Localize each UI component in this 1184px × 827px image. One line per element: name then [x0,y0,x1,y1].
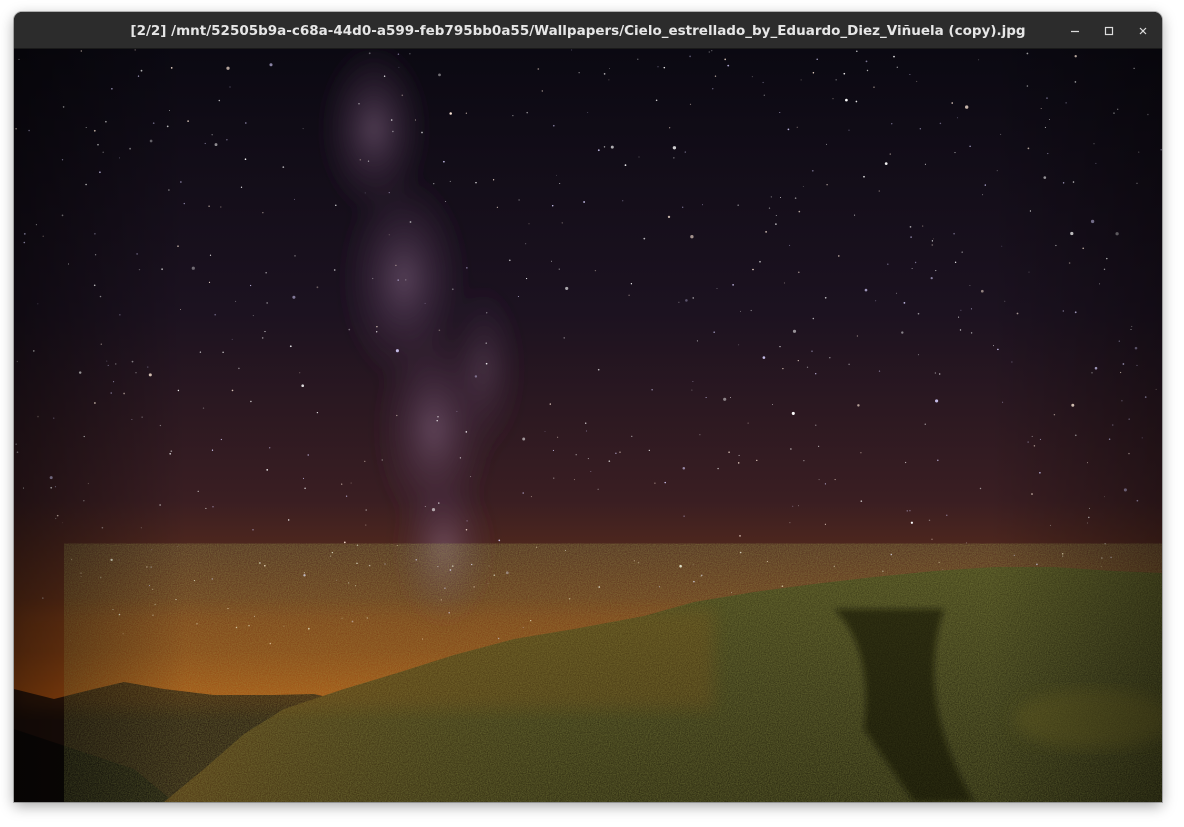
maximize-icon [1104,26,1114,36]
image-viewer-window: [2/2] /mnt/52505b9a-c68a-44d0-a599-feb79… [14,12,1162,802]
maximize-button[interactable] [1097,19,1121,43]
title-bar[interactable]: [2/2] /mnt/52505b9a-c68a-44d0-a599-feb79… [14,12,1162,49]
night-sky-photo [14,49,1162,802]
image-canvas[interactable] [14,49,1162,802]
close-button[interactable] [1131,19,1155,43]
minimize-button[interactable] [1063,19,1087,43]
window-title: [2/2] /mnt/52505b9a-c68a-44d0-a599-feb79… [130,23,1026,39]
close-icon [1139,27,1147,35]
minimize-icon [1071,30,1079,33]
